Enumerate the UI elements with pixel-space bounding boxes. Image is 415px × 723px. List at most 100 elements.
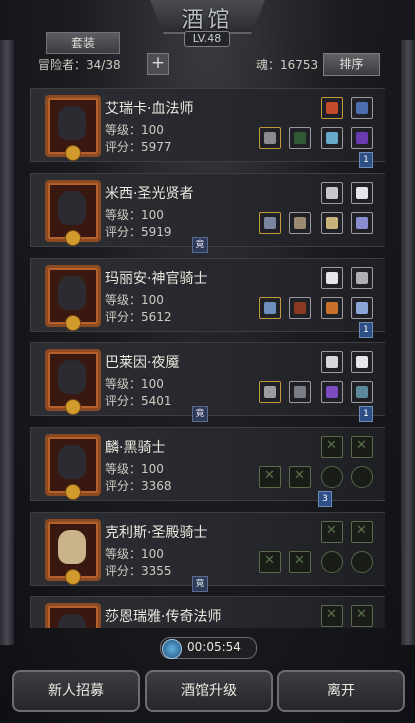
hero-card[interactable]: 玛丽安·神官骑士 等级：100 评分：5612	[30, 258, 385, 332]
hero-card[interactable]: 艾瑞卡·血法师 等级：100 评分：5977	[30, 88, 385, 162]
empty-equipment-slot[interactable]	[351, 605, 373, 627]
hero-card[interactable]: 莎恩瑞雅·传奇法师	[30, 596, 385, 628]
upgrade-tavern-button[interactable]: 酒馆升级	[145, 670, 273, 712]
hero-level: 等级：100	[105, 462, 164, 476]
hero-portrait	[45, 95, 101, 161]
equipment-slot-sword-icon[interactable]	[259, 381, 281, 403]
equipment-slot-armor-icon[interactable]	[289, 297, 311, 319]
leave-button[interactable]: 离开	[277, 670, 405, 712]
empty-gem-slot[interactable]	[351, 551, 373, 573]
equipment-slot-wing-icon[interactable]	[351, 182, 373, 204]
hero-level: 等级：100	[105, 208, 164, 222]
empty-weapon-slot[interactable]	[259, 551, 281, 573]
equipment-slot-boots-icon[interactable]	[259, 212, 281, 234]
hero-name: 莎恩瑞雅·传奇法师	[105, 609, 222, 625]
equipment-slot-armor-icon[interactable]	[289, 127, 311, 149]
suit-tab[interactable]: 套装	[46, 32, 120, 54]
equipment-slot-sword-icon[interactable]	[321, 351, 343, 373]
hero-score: 评分：3355	[105, 564, 172, 578]
empty-weapon-slot[interactable]	[259, 466, 281, 488]
equipment-slot-gem-icon[interactable]	[351, 127, 373, 149]
frame-right-border	[401, 40, 415, 645]
equipment-slot-ring-icon[interactable]	[321, 127, 343, 149]
hero-score: 评分：5977	[105, 140, 172, 154]
hero-portrait	[45, 519, 101, 585]
hero-name: 艾瑞卡·血法师	[105, 101, 194, 117]
equipment-slot-blade-icon[interactable]	[351, 97, 373, 119]
hero-portrait	[45, 180, 101, 246]
frame-left-border	[0, 40, 14, 645]
clock-icon	[162, 639, 182, 659]
equipment-slot-gem-icon[interactable]	[351, 381, 373, 403]
empty-armor-slot[interactable]	[289, 551, 311, 573]
timer-text: 00:05:54	[187, 640, 241, 654]
hero-score: 评分：5919	[105, 225, 172, 239]
equipment-slot-sword-icon[interactable]	[321, 182, 343, 204]
hero-card[interactable]: 米西·圣光贤者 等级：100 评分：5919	[30, 173, 385, 247]
equipment-slot-wing-icon[interactable]	[321, 267, 343, 289]
empty-ring-slot[interactable]	[321, 466, 343, 488]
hero-card[interactable]: 巴莱因·夜魇 等级：100 评分：5401	[30, 342, 385, 416]
rank-tag: 1	[359, 406, 373, 422]
rank-tag: 1	[359, 152, 373, 168]
coin-icon	[65, 484, 81, 500]
adventurer-count: 冒险者：34/38	[38, 58, 121, 72]
empty-equipment-slot[interactable]	[351, 436, 373, 458]
coin-icon	[65, 315, 81, 331]
empty-equipment-slot[interactable]	[321, 605, 343, 627]
add-slot-button[interactable]: +	[147, 53, 169, 75]
hero-level: 等级：100	[105, 293, 164, 307]
equipment-slot-amulet-icon[interactable]	[321, 381, 343, 403]
equipment-slot-hammer-icon[interactable]	[259, 297, 281, 319]
hero-name: 麟·黑骑士	[105, 440, 166, 456]
equipment-slot-ring-icon[interactable]	[351, 212, 373, 234]
hero-portrait	[45, 349, 101, 415]
soul-count: 魂：16753	[256, 58, 319, 72]
hero-portrait	[45, 603, 101, 628]
equipment-slot-amulet-icon[interactable]	[321, 297, 343, 319]
hero-score: 评分：5612	[105, 310, 172, 324]
empty-ring-slot[interactable]	[321, 551, 343, 573]
refresh-timer: 00:05:54	[160, 637, 257, 659]
equipment-slot-gem-icon[interactable]	[351, 297, 373, 319]
equipment-slot-armor-icon[interactable]	[289, 381, 311, 403]
equipment-slot-staff-icon[interactable]	[259, 127, 281, 149]
hero-card[interactable]: 克利斯·圣殿骑士 等级：100 评分：3355	[30, 512, 385, 586]
hero-level: 等级：100	[105, 123, 164, 137]
competition-tag: 竟	[192, 576, 208, 592]
competition-tag: 竟	[192, 237, 208, 253]
hero-name: 玛丽安·神官骑士	[105, 271, 208, 287]
empty-armor-slot[interactable]	[289, 466, 311, 488]
empty-equipment-slot[interactable]	[321, 436, 343, 458]
hero-card[interactable]: 麟·黑骑士 等级：100 评分：3368	[30, 427, 385, 501]
hero-level: 等级：100	[105, 377, 164, 391]
rank-tag: 1	[359, 322, 373, 338]
hero-portrait	[45, 434, 101, 500]
hero-name: 米西·圣光贤者	[105, 186, 194, 202]
hero-name: 克利斯·圣殿骑士	[105, 525, 208, 541]
competition-tag: 竟	[192, 406, 208, 422]
recruit-button[interactable]: 新人招募	[12, 670, 140, 712]
coin-icon	[65, 145, 81, 161]
equipment-slot-shield-icon[interactable]	[321, 97, 343, 119]
equipment-slot-helm-icon[interactable]	[289, 212, 311, 234]
equipment-slot-scroll-icon[interactable]	[321, 212, 343, 234]
empty-equipment-slot[interactable]	[351, 521, 373, 543]
sort-button[interactable]: 排序	[323, 53, 380, 76]
empty-gem-slot[interactable]	[351, 466, 373, 488]
equipment-slot-wing-icon[interactable]	[351, 351, 373, 373]
hero-name: 巴莱因·夜魇	[105, 355, 180, 371]
tavern-level-badge: LV.48	[184, 31, 230, 47]
coin-icon	[65, 569, 81, 585]
empty-equipment-slot[interactable]	[321, 521, 343, 543]
coin-icon	[65, 399, 81, 415]
rank-tag: 3	[318, 491, 332, 507]
page-title: 酒馆	[181, 8, 234, 33]
equipment-slot-blade-icon[interactable]	[351, 267, 373, 289]
hero-portrait	[45, 265, 101, 331]
coin-icon	[65, 230, 81, 246]
hero-score: 评分：5401	[105, 394, 172, 408]
hero-level: 等级：100	[105, 547, 164, 561]
hero-list[interactable]: 艾瑞卡·血法师 等级：100 评分：5977 1 米西·圣光贤者 等级：100 …	[30, 84, 385, 628]
hero-score: 评分：3368	[105, 479, 172, 493]
